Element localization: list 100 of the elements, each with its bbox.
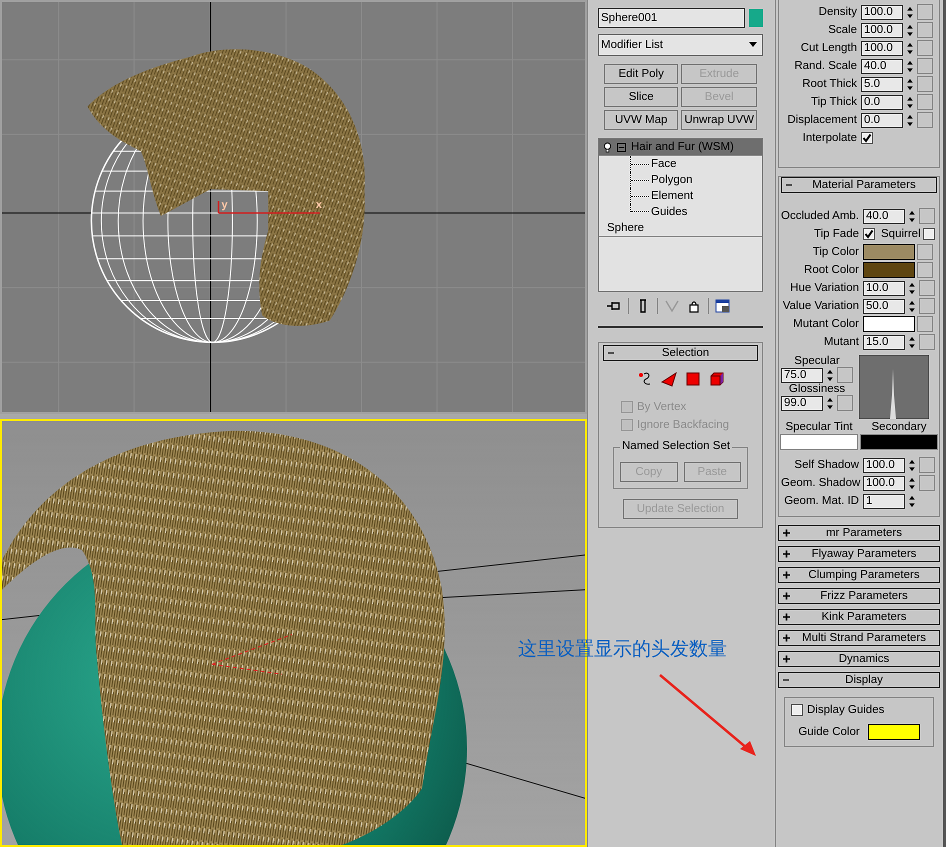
spinner-arrows-icon[interactable] [905, 4, 915, 20]
rollout-header[interactable]: Selection [603, 345, 758, 361]
modifier-list-dropdown[interactable]: Modifier List [598, 34, 763, 56]
parameter-label: Scale [827, 24, 857, 36]
number-field[interactable]: 0.0 [861, 94, 903, 110]
parameter-label: Density [818, 6, 857, 18]
checkbox[interactable] [861, 132, 873, 144]
modifier-button[interactable]: UVW Map [604, 110, 678, 130]
spinner-arrows-icon[interactable] [907, 458, 917, 472]
parameter-label: Rand. Scale [793, 60, 857, 72]
triangle-icon[interactable] [660, 371, 676, 387]
spinner-arrows-icon[interactable] [905, 112, 915, 128]
parameter-label: Geom. Mat. ID [783, 495, 859, 507]
group-title: Named Selection Set [620, 440, 732, 452]
number-field[interactable]: 100.0 [861, 22, 903, 38]
modifier-button[interactable]: Unwrap UVW [681, 110, 757, 130]
spinner-arrows-icon[interactable] [825, 368, 835, 382]
spinner-arrows-icon[interactable] [905, 40, 915, 56]
parameter-label: Tip Color [812, 246, 859, 258]
parameter-label: Value Variation [782, 300, 859, 312]
rollout-header[interactable]: Flyaway Parameters [778, 546, 940, 562]
parameter-label: Root Thick [801, 78, 857, 90]
color-swatch[interactable] [863, 244, 915, 260]
parameter-label: Mutant Color [792, 318, 859, 330]
number-field[interactable]: 40.0 [861, 58, 903, 74]
parameter-label: Tip Thick [810, 96, 857, 108]
rollout-header[interactable]: Multi Strand Parameters [778, 630, 940, 646]
parameter-label: Cut Length [800, 42, 857, 54]
number-field[interactable]: 100.0 [861, 40, 903, 56]
parameter-label: Mutant [822, 336, 859, 348]
vertex-icon[interactable] [636, 371, 652, 387]
spinner-arrows-icon[interactable] [907, 208, 917, 224]
number-field[interactable]: 75.0 [781, 368, 823, 382]
cube-icon[interactable] [708, 371, 724, 387]
number-field[interactable]: 50.0 [863, 298, 905, 314]
spinner-arrows-icon[interactable] [907, 280, 917, 296]
color-swatch[interactable] [868, 724, 920, 740]
plus-icon [783, 592, 791, 600]
plus-icon [783, 571, 791, 579]
rollout-header[interactable]: Kink Parameters [778, 609, 940, 625]
plus-icon [783, 529, 791, 537]
number-field[interactable]: 40.0 [863, 208, 905, 224]
configure-icon[interactable] [715, 298, 731, 314]
number-field[interactable]: 1 [863, 494, 905, 508]
number-field[interactable]: 100.0 [861, 4, 903, 20]
modifier-button[interactable]: Slice [604, 87, 678, 107]
parameter-label: Tip Fade [813, 228, 859, 240]
number-field[interactable]: 15.0 [863, 334, 905, 350]
sub-object-item[interactable]: Guides [651, 204, 688, 220]
rollout-header[interactable]: mr Parameters [778, 525, 940, 541]
caret-icon [748, 42, 758, 48]
spinner-arrows-icon[interactable] [905, 94, 915, 110]
spinner-arrows-icon[interactable] [825, 396, 835, 410]
color-swatch[interactable] [780, 434, 858, 450]
checkbox-label: By Vertex [637, 401, 686, 413]
parameter-label: Interpolate [802, 132, 857, 144]
checkbox[interactable] [863, 228, 875, 240]
spinner-arrows-icon[interactable] [905, 58, 915, 74]
modifier-button[interactable]: Edit Poly [604, 64, 678, 84]
number-field[interactable]: 100.0 [863, 476, 905, 490]
collapse-icon[interactable] [617, 142, 626, 152]
spinner-arrows-icon[interactable] [907, 298, 917, 314]
spinner-arrows-icon[interactable] [905, 76, 915, 92]
parameter-label: Self Shadow [793, 459, 859, 471]
rollout-header[interactable]: Dynamics [778, 651, 940, 667]
rollout-header[interactable]: Display [778, 672, 940, 688]
color-swatch[interactable] [863, 316, 915, 332]
sub-object-item[interactable]: Polygon [651, 174, 693, 186]
checkbox[interactable] [922, 228, 935, 240]
object-color-swatch[interactable] [749, 9, 763, 27]
spinner-arrows-icon[interactable] [907, 334, 917, 350]
rollout-header[interactable]: Material Parameters [781, 177, 937, 193]
object-name-field[interactable]: Sphere001 [598, 8, 745, 28]
parameter-label: Geom. Shadow [781, 477, 859, 489]
stack-label: Hair and Fur (WSM) [631, 141, 734, 153]
axis-label: y [222, 198, 228, 211]
stack-label: Sphere [606, 222, 644, 234]
number-field[interactable]: 0.0 [861, 112, 903, 128]
number-field[interactable]: 100.0 [863, 458, 905, 472]
lightbulb-icon[interactable] [603, 142, 612, 152]
sub-object-item[interactable]: Element [651, 190, 694, 202]
rollout-header[interactable]: Clumping Parameters [778, 567, 940, 583]
plus-icon [783, 613, 791, 621]
spinner-arrows-icon[interactable] [905, 22, 915, 38]
stack-item[interactable]: Hair and Fur (WSM) [599, 139, 762, 156]
sub-object-item[interactable]: Face [651, 158, 677, 170]
stack-item[interactable]: Sphere [599, 220, 762, 237]
parameter-label: Hue Variation [789, 282, 859, 294]
checkbox-label: Display Guides [807, 704, 884, 716]
checkbox[interactable] [791, 704, 803, 716]
color-swatch[interactable] [860, 434, 938, 450]
plus-icon [783, 655, 791, 663]
spinner-arrows-icon[interactable] [907, 494, 917, 508]
number-field[interactable]: 99.0 [781, 396, 823, 410]
number-field[interactable]: 5.0 [861, 76, 903, 92]
color-swatch[interactable] [863, 262, 915, 278]
square-icon[interactable] [684, 371, 700, 387]
number-field[interactable]: 10.0 [863, 280, 905, 296]
rollout-header[interactable]: Frizz Parameters [778, 588, 940, 604]
spinner-arrows-icon[interactable] [907, 476, 917, 490]
